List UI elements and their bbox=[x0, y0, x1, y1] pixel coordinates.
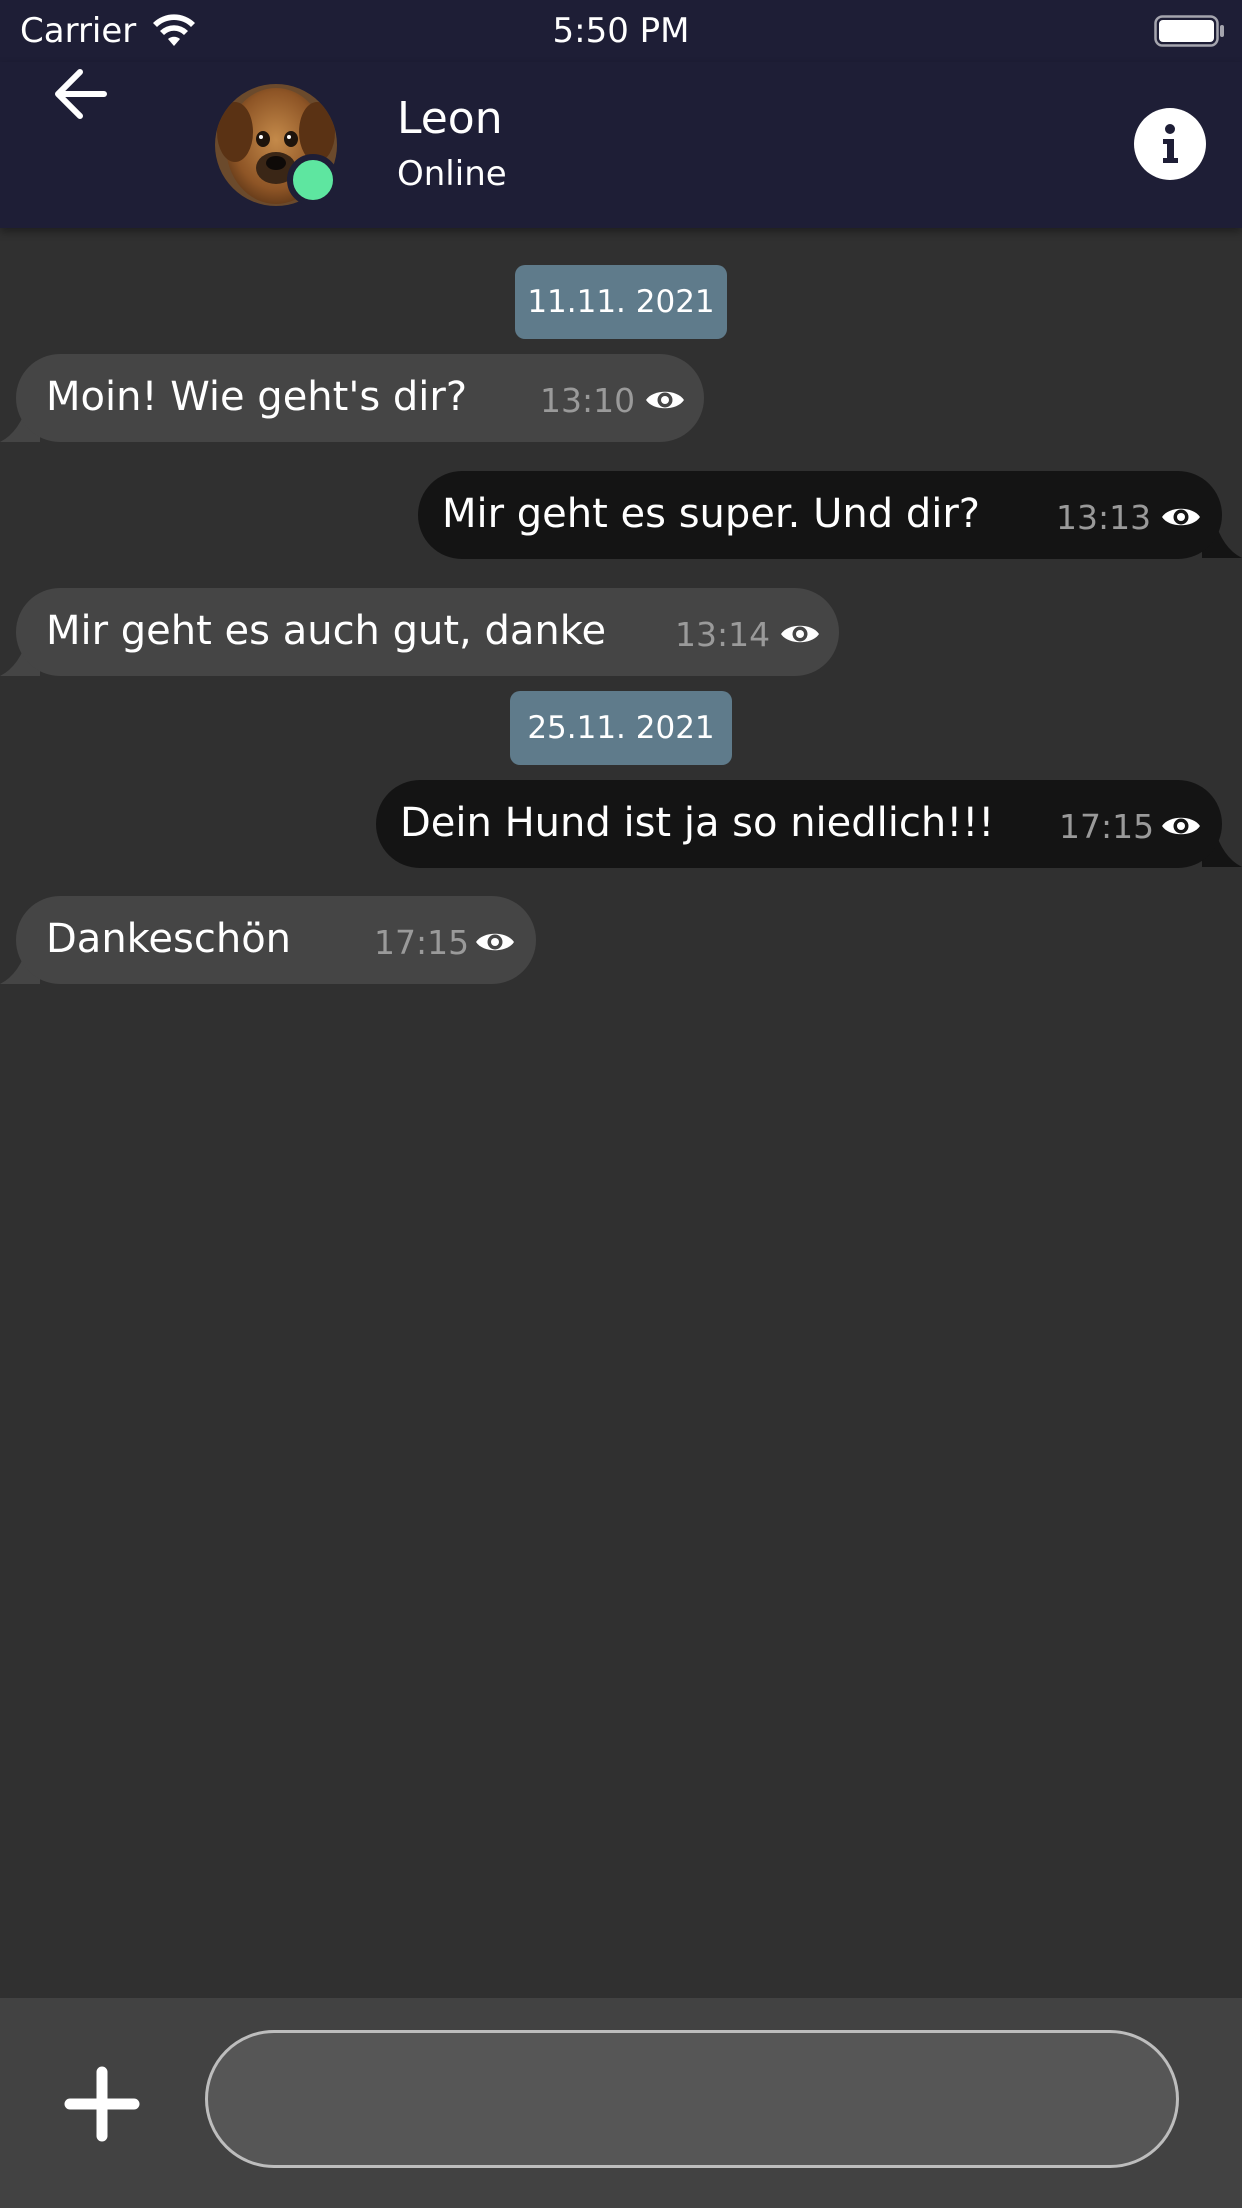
info-icon bbox=[1163, 124, 1178, 163]
eye-icon bbox=[781, 625, 819, 643]
date-separator: 25.11. 2021 bbox=[510, 691, 732, 765]
message-bubble-incoming[interactable]: Dankeschön 17:15 bbox=[16, 896, 536, 984]
date-separator: 11.11. 2021 bbox=[515, 265, 727, 339]
composer-bar bbox=[0, 1998, 1242, 2208]
arrow-left-icon[interactable] bbox=[44, 54, 124, 134]
message-time: 17:15 bbox=[374, 923, 470, 962]
message-input[interactable] bbox=[205, 2030, 1179, 2168]
message-time: 13:14 bbox=[675, 615, 771, 654]
message-text: Dankeschön bbox=[46, 916, 292, 962]
message-text: Dein Hund ist ja so niedlich!!! bbox=[400, 800, 995, 846]
message-bubble-incoming[interactable]: Mir geht es auch gut, danke 13:14 bbox=[16, 588, 839, 676]
eye-icon bbox=[646, 391, 684, 409]
info-button[interactable] bbox=[1134, 108, 1206, 180]
message-text: Moin! Wie geht's dir? bbox=[46, 374, 468, 420]
clock: 5:50 PM bbox=[552, 11, 690, 51]
eye-icon bbox=[476, 933, 514, 951]
battery-icon bbox=[1154, 15, 1224, 47]
message-bubble-outgoing[interactable]: Dein Hund ist ja so niedlich!!! 17:15 bbox=[376, 780, 1222, 868]
online-status-indicator bbox=[287, 154, 339, 206]
message-text: Mir geht es auch gut, danke bbox=[46, 608, 607, 654]
chat-header bbox=[0, 62, 1242, 228]
contact-status: Online bbox=[397, 154, 507, 194]
message-bubble-incoming[interactable]: Moin! Wie geht's dir? 13:10 bbox=[16, 354, 704, 442]
status-bar: Carrier 5:50 PM bbox=[0, 0, 1242, 62]
eye-icon bbox=[1162, 817, 1200, 835]
message-time: 13:13 bbox=[1056, 498, 1152, 537]
message-time: 13:10 bbox=[540, 381, 636, 420]
eye-icon bbox=[1162, 508, 1200, 526]
plus-icon[interactable] bbox=[60, 2062, 144, 2146]
message-bubble-outgoing[interactable]: Mir geht es super. Und dir? 13:13 bbox=[418, 471, 1222, 559]
contact-name[interactable]: Leon bbox=[397, 92, 503, 146]
message-text: Mir geht es super. Und dir? bbox=[442, 491, 981, 537]
message-time: 17:15 bbox=[1059, 807, 1155, 846]
